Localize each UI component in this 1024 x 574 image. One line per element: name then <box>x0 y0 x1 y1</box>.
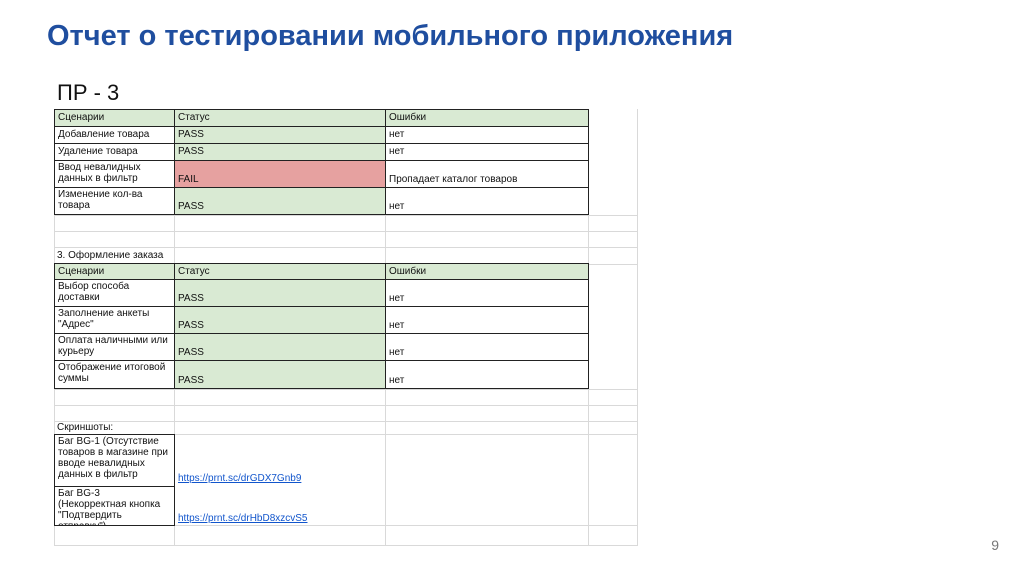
table1-header-status: Статус <box>174 109 386 127</box>
bug-description: Баг BG-3 (Некорректная кнопка "Подтверди… <box>54 486 175 526</box>
table1-row2-status: PASS <box>174 143 386 161</box>
table1-row1-status: PASS <box>174 126 386 144</box>
table2-row4-errors: нет <box>385 360 589 389</box>
table2-row1-errors: нет <box>385 279 589 307</box>
screenshot-link-text[interactable]: https://prnt.sc/drHbD8xzcvS5 <box>178 513 308 524</box>
grid-line <box>54 215 638 216</box>
table2-row4-status: PASS <box>174 360 386 389</box>
table2-row4-scenario: Отображение итоговой суммы <box>54 360 175 389</box>
table2-row3-status: PASS <box>174 333 386 361</box>
table2-row2-scenario: Заполнение анкеты "Адрес" <box>54 306 175 334</box>
table2-row3-errors: нет <box>385 333 589 361</box>
grid-line <box>54 405 638 406</box>
table1-row2-scenario: Удаление товара <box>54 143 175 161</box>
grid-line <box>54 389 638 390</box>
bug-description: Баг BG-1 (Отсутствие товаров в магазине … <box>54 434 175 487</box>
slide-title: Отчет о тестировании мобильного приложен… <box>47 20 734 52</box>
grid-line <box>637 109 638 546</box>
table2-header-errors: Ошибки <box>385 263 589 280</box>
grid-line <box>54 545 638 546</box>
spreadsheet: Сценарии Статус Ошибки Добавление товара… <box>54 109 638 546</box>
table1-header-errors: Ошибки <box>385 109 589 127</box>
table2-row3-scenario: Оплата наличными или курьеру <box>54 333 175 361</box>
screenshot-link-text[interactable]: https://prnt.sc/drGDX7Gnb9 <box>178 473 301 484</box>
table2-row2-errors: нет <box>385 306 589 334</box>
screenshots-label: Скриншоты: <box>57 422 114 433</box>
table1-row3-status: FAIL <box>174 160 386 188</box>
page-number: 9 <box>991 537 999 553</box>
table2-row2-status: PASS <box>174 306 386 334</box>
table2-header-scenarios: Сценарии <box>54 263 175 280</box>
grid-line <box>54 231 638 232</box>
table1-row1-scenario: Добавление товара <box>54 126 175 144</box>
screenshot-link[interactable]: https://prnt.sc/drGDX7Gnb9 <box>178 473 301 484</box>
table2-row1-scenario: Выбор способа доставки <box>54 279 175 307</box>
section-label: 3. Оформление заказа <box>57 250 164 261</box>
grid-line <box>54 247 638 248</box>
table1-row3-errors: Пропадает каталог товаров <box>385 160 589 188</box>
table2-header-status: Статус <box>174 263 386 280</box>
table1-row4-scenario: Изменение кол-ва товара <box>54 187 175 215</box>
slide-subtitle: ПР - 3 <box>57 80 120 105</box>
table1-row3-scenario: Ввод невалидных данных в фильтр <box>54 160 175 188</box>
screenshot-link[interactable]: https://prnt.sc/drHbD8xzcvS5 <box>178 513 308 524</box>
table1-header-scenarios: Сценарии <box>54 109 175 127</box>
grid-line <box>54 421 638 422</box>
table1-row2-errors: нет <box>385 143 589 161</box>
table2-row1-status: PASS <box>174 279 386 307</box>
table1-row4-status: PASS <box>174 187 386 215</box>
table1-row1-errors: нет <box>385 126 589 144</box>
table1-row4-errors: нет <box>385 187 589 215</box>
